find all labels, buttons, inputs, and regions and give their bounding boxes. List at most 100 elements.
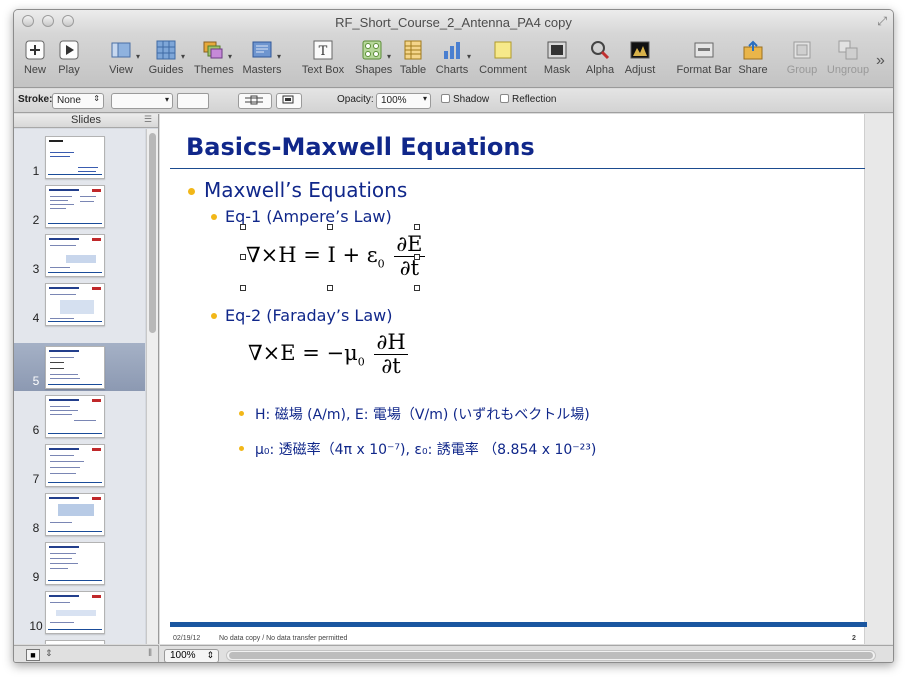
adjust-button[interactable]: Adjust — [622, 40, 658, 84]
bullet-eq2-label[interactable]: Eq-2 (Faraday’s Law) — [225, 306, 392, 325]
view-icon: ▾ — [111, 40, 140, 61]
thumbnail-image — [45, 493, 105, 536]
reflection-checkbox[interactable]: Reflection — [500, 94, 556, 105]
horizontal-scrollbar[interactable] — [226, 650, 876, 661]
selection-handle[interactable] — [414, 254, 420, 260]
selection-handle[interactable] — [240, 224, 246, 230]
selection-handle[interactable] — [414, 224, 420, 230]
footer-date: 02/19/12 — [173, 635, 201, 642]
bullet-dot — [211, 214, 217, 220]
themes-icon: ▾ — [203, 40, 232, 61]
share-button[interactable]: Share — [738, 40, 768, 84]
stroke-width-field[interactable] — [177, 93, 209, 109]
ungroup-button[interactable]: Ungroup — [826, 40, 870, 84]
slide-thumbnail-7[interactable]: 7 — [14, 441, 145, 489]
zoom-select[interactable]: 100% ⇕ — [164, 649, 219, 662]
thumbnail-image — [45, 136, 105, 179]
eq1-subscript: 0 — [377, 257, 385, 271]
eq2-numerator: ∂H — [374, 330, 408, 356]
eq1-fraction: ∂E ∂t — [394, 232, 425, 281]
line-style-button[interactable] — [238, 93, 272, 109]
thumbnail-image — [45, 395, 105, 438]
masters-icon: ▾ — [252, 40, 281, 61]
table-button[interactable]: Table — [398, 40, 428, 84]
masters-button[interactable]: ▾ Masters — [242, 40, 282, 84]
slide-title[interactable]: Basics-Maxwell Equations — [186, 133, 535, 161]
themes-button[interactable]: ▾ Themes — [194, 40, 234, 84]
text-box-button[interactable]: T Text Box — [301, 40, 345, 84]
navigator-scroll-thumb[interactable] — [149, 133, 156, 333]
slide-thumbnail-11[interactable] — [14, 637, 145, 644]
thumbnail-image — [45, 591, 105, 634]
format-bar-button[interactable]: Format Bar — [676, 40, 732, 84]
alpha-button[interactable]: Alpha — [584, 40, 616, 84]
selection-handle[interactable] — [240, 285, 246, 291]
slide[interactable]: Basics-Maxwell Equations Maxwell’s Equat… — [160, 114, 867, 644]
slide-thumbnail-6[interactable]: 6 — [14, 392, 145, 440]
app-window: RF_Short_Course_2_Antenna_PA4 copy ⤢ New… — [13, 9, 894, 663]
selection-handle[interactable] — [240, 254, 246, 260]
new-button[interactable]: New — [22, 40, 48, 84]
comment-icon — [493, 40, 513, 60]
opacity-label: Opacity: — [337, 94, 374, 105]
selection-handle[interactable] — [414, 285, 420, 291]
eq2-denominator: ∂t — [381, 354, 401, 379]
slide-thumbnails: 1 2 3 4 5 6 7 8 9 10 — [14, 129, 145, 644]
opacity-select[interactable]: 100% ▾ — [376, 93, 431, 109]
shadow-checkbox-box[interactable] — [441, 94, 450, 103]
fullscreen-icon[interactable]: ⤢ — [877, 14, 887, 29]
stroke-select[interactable]: None ⇕ — [52, 93, 104, 109]
navigator-scrollbar[interactable] — [146, 129, 158, 644]
equation-faraday[interactable]: ∇×E = −μ0 ∂H ∂t — [248, 330, 411, 379]
slide-thumbnail-10[interactable]: 10 — [14, 588, 145, 636]
view-mode-stepper-icon[interactable]: ⇕ — [45, 648, 53, 659]
view-button[interactable]: ▾ View — [106, 40, 140, 84]
group-button[interactable]: Group — [786, 40, 818, 84]
slide-thumbnail-8[interactable]: 8 — [14, 490, 145, 538]
note-field-units[interactable]: H: 磁場 (A/m), E: 電場（V/m) (いずれもベクトル場) — [255, 404, 590, 424]
bullet-eq1-label[interactable]: Eq-1 (Ampere’s Law) — [225, 207, 392, 226]
slide-thumbnail-2[interactable]: 2 — [14, 182, 145, 230]
selection-handle[interactable] — [327, 285, 333, 291]
note-constants[interactable]: μ₀: 透磁率（4π x 10⁻⁷), ε₀: 誘電率 （8.854 x 10⁻… — [255, 439, 596, 459]
adjust-icon — [630, 40, 650, 60]
shadow-style-button[interactable] — [276, 93, 302, 109]
mask-button[interactable]: Mask — [542, 40, 572, 84]
eq1-numerator: ∂E — [394, 232, 425, 258]
slide-thumbnail-1[interactable]: 1 — [14, 133, 145, 181]
eq2-subscript: 0 — [357, 355, 365, 369]
slide-thumbnail-9[interactable]: 9 — [14, 539, 145, 587]
bullet-dot — [239, 411, 244, 416]
reflection-checkbox-box[interactable] — [500, 94, 509, 103]
play-button[interactable]: Play — [56, 40, 82, 84]
alpha-icon — [590, 40, 610, 60]
selection-handle[interactable] — [327, 224, 333, 230]
view-mode-icon[interactable]: ■ — [26, 649, 40, 661]
navigator-header: Slides ☰ — [14, 114, 158, 128]
shadow-checkbox[interactable]: Shadow — [441, 94, 489, 105]
bullet-maxwell[interactable]: Maxwell’s Equations — [204, 178, 407, 202]
slide-thumbnail-4[interactable]: 4 — [14, 280, 145, 328]
guides-button[interactable]: ▾ Guides — [148, 40, 185, 84]
toolbar: New Play ▾ View ▾ Guides ▾ Themes ▾ Mast… — [14, 34, 893, 88]
resize-handle-icon[interactable]: ‖ — [148, 648, 152, 659]
eq1-denominator: ∂t — [399, 256, 420, 281]
stroke-color-select[interactable]: ▾ — [111, 93, 173, 109]
comment-button[interactable]: Comment — [478, 40, 528, 84]
eq2-lhs: ∇×E = −μ — [248, 341, 358, 366]
toolbar-overflow-icon[interactable]: » — [876, 52, 885, 70]
window-title: RF_Short_Course_2_Antenna_PA4 copy — [335, 15, 572, 30]
grid-icon: ▾ — [156, 40, 185, 61]
charts-button[interactable]: ▾ Charts — [434, 40, 471, 84]
thumbnail-image — [45, 185, 105, 228]
horizontal-scroll-thumb[interactable] — [229, 652, 873, 659]
title-divider — [170, 168, 865, 169]
slide-thumbnail-3[interactable]: 3 — [14, 231, 145, 279]
slide-thumbnail-5[interactable]: 5 — [14, 343, 145, 391]
navigator-options-icon[interactable]: ☰ — [144, 114, 152, 125]
shapes-button[interactable]: ▾ Shapes — [355, 40, 392, 84]
thumbnail-image — [45, 542, 105, 585]
ungroup-icon — [838, 40, 858, 60]
equation-ampere[interactable]: ∇×H = I + ε0 ∂E ∂t — [246, 232, 428, 281]
title-bar: RF_Short_Course_2_Antenna_PA4 copy ⤢ — [14, 10, 893, 34]
